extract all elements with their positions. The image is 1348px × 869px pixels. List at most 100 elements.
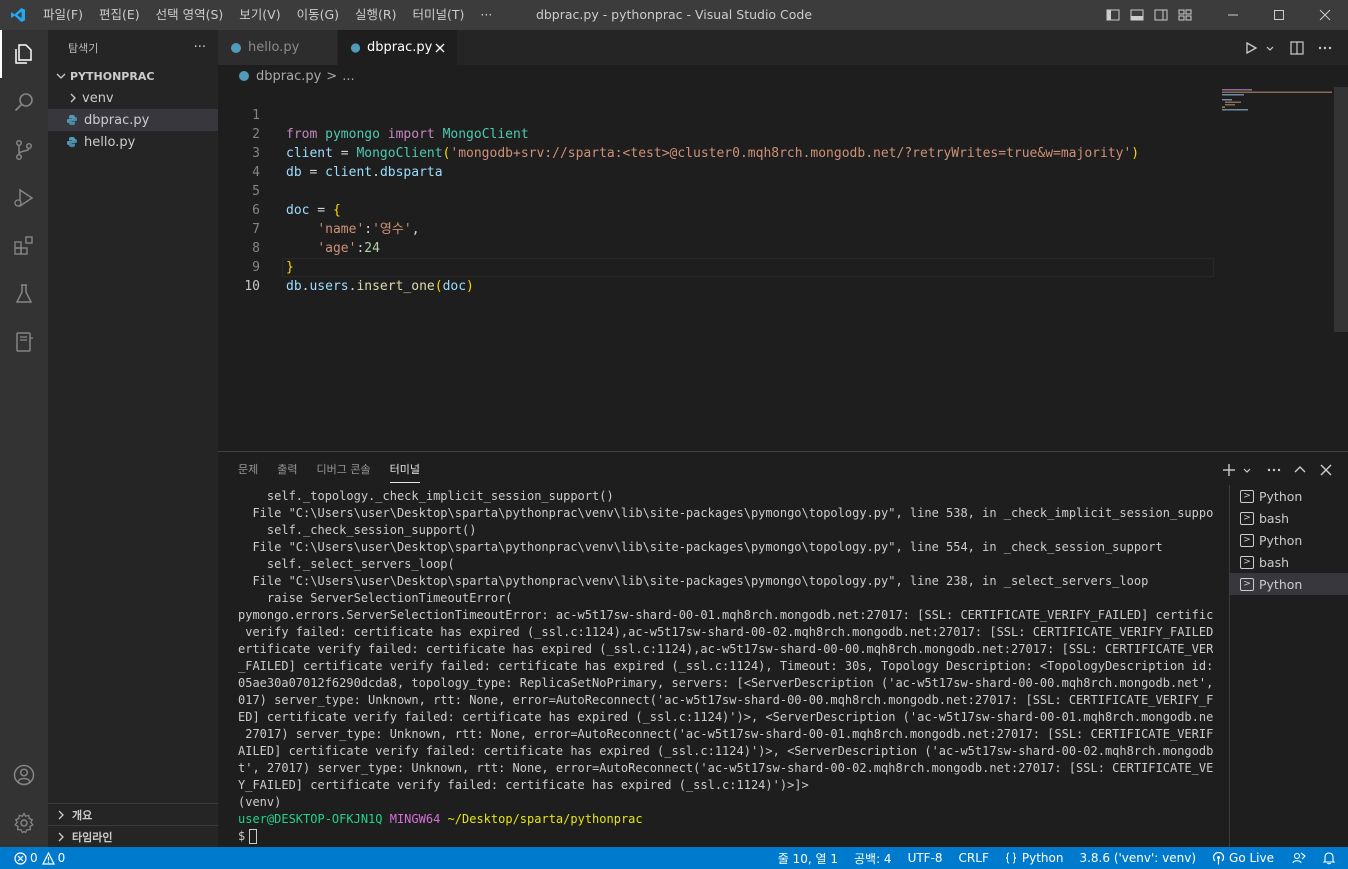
run-python-icon[interactable] [1240, 37, 1262, 59]
prompt-shell: MINGW64 [389, 812, 441, 826]
split-editor-icon[interactable] [1286, 37, 1308, 59]
menu-terminal[interactable]: 터미널(T) [405, 0, 473, 30]
settings-gear-icon[interactable] [0, 799, 48, 847]
token: ( [434, 279, 443, 294]
explorer-more-button[interactable]: ··· [194, 40, 206, 55]
menu-view[interactable]: 보기(V) [231, 0, 288, 30]
terminal-cursor [249, 829, 258, 844]
extensions-icon[interactable] [0, 222, 48, 270]
terminal-icon: > [1240, 511, 1254, 525]
remote-explorer-icon[interactable] [0, 318, 48, 366]
tree-item-venv[interactable]: venv [48, 87, 218, 109]
testing-icon[interactable] [0, 270, 48, 318]
menu-selection[interactable]: 선택 영역(S) [148, 0, 232, 30]
code-line: 3 db = client.dbsparta [218, 125, 1218, 180]
menu-run[interactable]: 실행(R) [347, 0, 404, 30]
python-interpreter[interactable]: 3.8.6 ('venv': venv) [1071, 847, 1204, 869]
code-line: 8 } [218, 220, 1218, 275]
panel-more-icon[interactable] [1262, 458, 1286, 482]
new-terminal-plus-icon[interactable] [1220, 458, 1238, 482]
tab-debug-console[interactable]: 디버그 콘솔 [309, 452, 379, 487]
code-line: 5 doc = { [218, 163, 1218, 218]
menu-edit[interactable]: 편집(E) [91, 0, 148, 30]
menu-file[interactable]: 파일(F) [35, 0, 91, 30]
minimize-icon[interactable] [1210, 0, 1256, 30]
tab-problems[interactable]: 문제 [230, 452, 266, 487]
terminal-instance-label: Python [1259, 488, 1303, 504]
indentation[interactable]: 공백: 4 [846, 847, 900, 869]
run-dropdown-chevron-icon[interactable] [1264, 37, 1276, 59]
terminal-line: ertificate verify failed: certificate ha… [238, 642, 1213, 656]
outline-section[interactable]: 개요 [48, 803, 218, 825]
breadcrumb-symbols[interactable]: ... [342, 69, 354, 84]
minimap[interactable] [1218, 87, 1334, 147]
terminal-instance-python[interactable]: > Python [1230, 573, 1348, 595]
toggle-secondary-sidebar-icon[interactable] [1150, 0, 1172, 30]
outline-label: 개요 [72, 808, 93, 822]
maximize-panel-chevron-up-icon[interactable] [1288, 458, 1312, 482]
notifications-bell-icon[interactable] [1316, 847, 1348, 869]
terminal-instance-python[interactable]: > Python [1230, 529, 1348, 551]
python-file-icon [67, 115, 77, 125]
tree-item-hello[interactable]: hello.py [48, 131, 218, 153]
editor-scrollbar[interactable] [1334, 87, 1348, 451]
code-line: 4 [218, 144, 1218, 180]
terminal-line: AILED] certificate verify failed: certif… [238, 744, 1213, 758]
feedback-icon[interactable] [1282, 847, 1316, 869]
terminal-instance-label: bash [1259, 554, 1290, 570]
token: doc [442, 279, 467, 294]
problems-status[interactable]: 0 0 [0, 847, 65, 869]
workspace-folder[interactable]: PYTHONPRAC [48, 65, 218, 87]
terminal-profile-chevron-icon[interactable] [1240, 458, 1254, 482]
terminal-input-line[interactable]: $ [238, 828, 1213, 845]
maximize-icon[interactable] [1256, 0, 1302, 30]
terminal-icon: > [1240, 489, 1254, 503]
tab-hello-py[interactable]: hello.py [218, 30, 338, 65]
source-control-icon[interactable] [0, 126, 48, 174]
account-icon[interactable] [0, 751, 48, 799]
editor-scroll-thumb[interactable] [1334, 87, 1348, 332]
braces-icon [1005, 852, 1016, 864]
run-debug-icon[interactable] [0, 174, 48, 222]
search-icon[interactable] [0, 78, 48, 126]
tab-dbprac-py[interactable]: dbprac.py [338, 30, 458, 65]
more-actions-icon[interactable] [1314, 37, 1336, 59]
file-encoding[interactable]: UTF-8 [900, 847, 951, 869]
python-file-icon [239, 71, 249, 81]
breadcrumb-file[interactable]: dbprac.py [256, 69, 321, 84]
tab-output[interactable]: 출력 [269, 452, 305, 487]
close-panel-icon[interactable] [1314, 458, 1338, 482]
cursor-position[interactable]: 줄 10, 열 1 [770, 847, 846, 869]
toggle-panel-icon[interactable] [1126, 0, 1148, 30]
terminal-instance-bash[interactable]: > bash [1230, 507, 1348, 529]
close-window-icon[interactable] [1302, 0, 1348, 30]
code-editor[interactable]: 1 from pymongo import MongoClient 2 clie… [218, 87, 1348, 451]
explorer-icon[interactable] [0, 30, 48, 78]
tab-terminal[interactable]: 터미널 [382, 452, 428, 487]
tree-item-dbprac[interactable]: dbprac.py [48, 109, 218, 131]
terminal-instance-label: Python [1259, 532, 1303, 548]
menu-more[interactable]: ··· [472, 0, 500, 30]
toggle-sidebar-icon[interactable] [1102, 0, 1124, 30]
terminal-output[interactable]: self._topology._check_implicit_session_s… [238, 488, 1213, 848]
terminal-line: self._select_servers_loop( [238, 557, 455, 571]
line-number: 10 [244, 279, 260, 294]
terminal-instance-python[interactable]: > Python [1230, 485, 1348, 507]
tab-label: hello.py [248, 40, 300, 55]
terminal-instance-bash[interactable]: > bash [1230, 551, 1348, 573]
language-mode[interactable]: Python [997, 847, 1072, 869]
token: db [286, 279, 302, 294]
terminal-icon: > [1240, 533, 1254, 547]
chevron-right-icon [70, 93, 76, 103]
token: ) [466, 279, 474, 294]
customize-layout-icon[interactable] [1174, 0, 1196, 30]
timeline-section[interactable]: 타임라인 [48, 825, 218, 847]
error-icon [14, 851, 27, 865]
go-live-button[interactable]: Go Live [1204, 847, 1282, 869]
terminal-line: _FAILED] certificate verify failed: cert… [238, 659, 1213, 673]
close-tab-icon[interactable] [432, 40, 447, 56]
menu-bar: 파일(F) 편집(E) 선택 영역(S) 보기(V) 이동(G) 실행(R) 터… [35, 0, 500, 30]
menu-go[interactable]: 이동(G) [289, 0, 347, 30]
end-of-line[interactable]: CRLF [951, 847, 997, 869]
terminal-instance-label: bash [1259, 510, 1290, 526]
